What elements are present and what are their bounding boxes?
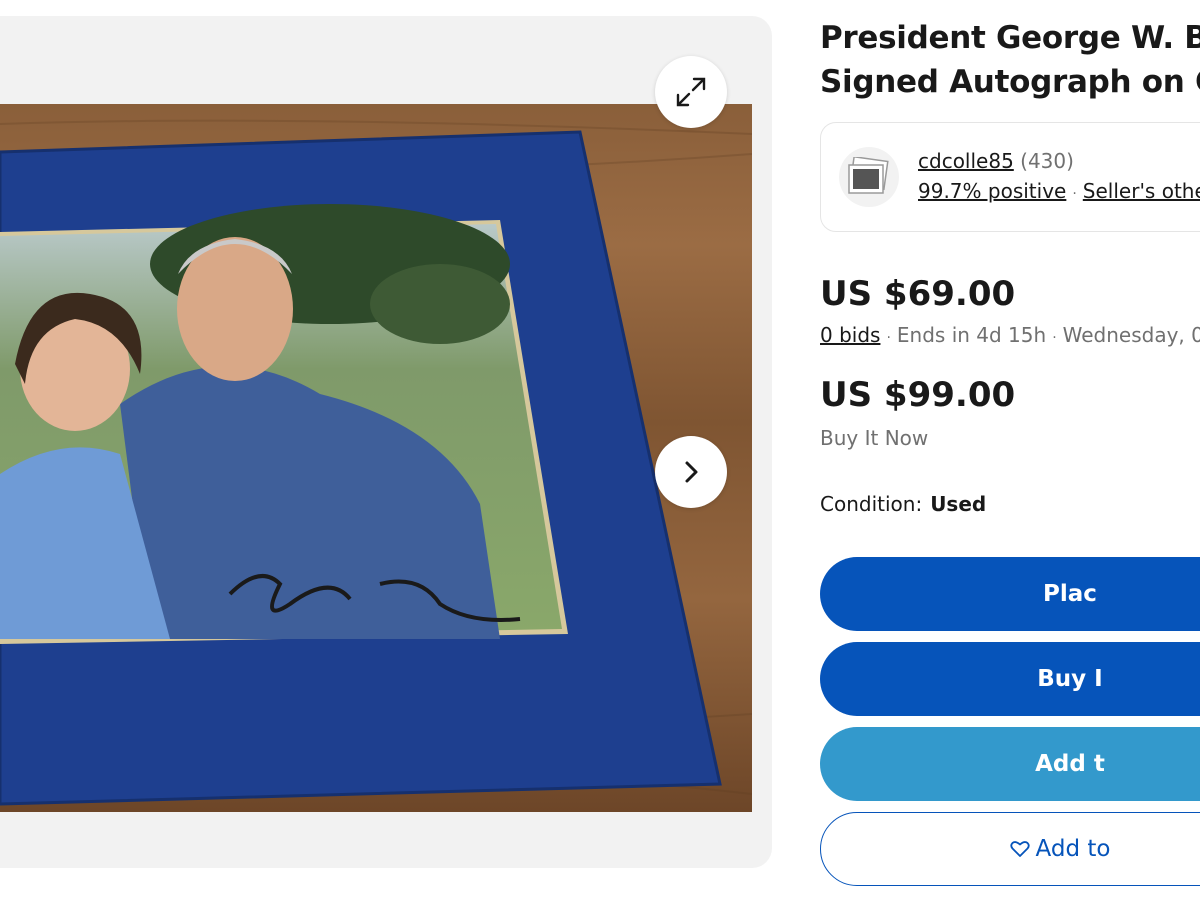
- ends-in-text: Ends in 4d 15h: [896, 323, 1047, 347]
- photo-illustration: [0, 119, 752, 806]
- buy-it-now-button[interactable]: Buy I: [820, 642, 1200, 716]
- buy-now-price: US $99.00: [820, 375, 1016, 415]
- expand-button[interactable]: [655, 56, 727, 128]
- bids-link[interactable]: 0 bids: [820, 323, 880, 347]
- add-to-watchlist-label: Add to: [1035, 836, 1111, 862]
- place-bid-button[interactable]: Plac: [820, 557, 1200, 631]
- add-to-cart-label: Add t: [1035, 751, 1105, 777]
- seller-name-link[interactable]: cdcolle85: [918, 149, 1014, 173]
- listing-info: President George W. Bu Signed Autograph …: [820, 0, 1200, 900]
- condition-value: Used: [930, 492, 987, 516]
- place-bid-label: Plac: [1043, 581, 1097, 607]
- add-to-watchlist-button[interactable]: Add to: [820, 812, 1200, 886]
- separator-dot: ·: [1072, 186, 1077, 202]
- heart-icon: [1009, 841, 1030, 857]
- seller-avatar[interactable]: [839, 147, 899, 207]
- separator-dot: ·: [1052, 330, 1057, 346]
- photo-placeholder-icon: [848, 157, 889, 194]
- separator-dot: ·: [886, 330, 891, 346]
- title-line-2: Signed Autograph on C: [820, 64, 1200, 100]
- seller-card: cdcolle85 (430) 99.7% positive · Seller's …: [820, 122, 1200, 232]
- seller-feedback-count: (430): [1020, 149, 1074, 173]
- add-to-cart-button[interactable]: Add t: [820, 727, 1200, 801]
- image-gallery: [0, 16, 772, 868]
- next-image-button[interactable]: [655, 436, 727, 508]
- expand-arrows-icon: [676, 77, 706, 107]
- seller-name-row: cdcolle85 (430): [918, 149, 1074, 173]
- chevron-right-icon: [685, 461, 698, 483]
- buy-now-label: Buy It Now: [820, 426, 929, 450]
- condition-label: Condition:: [820, 492, 923, 516]
- seller-other-items-link[interactable]: Seller's othe: [1083, 179, 1200, 203]
- current-price: US $69.00: [820, 274, 1016, 314]
- seller-positive-link[interactable]: 99.7% positive: [918, 179, 1066, 203]
- end-date-text: Wednesday, 0: [1062, 323, 1200, 347]
- condition-row: Condition: Used: [820, 492, 986, 516]
- title-line-1: President George W. Bu: [820, 20, 1200, 56]
- seller-meta-row: 99.7% positive · Seller's othe: [918, 179, 1200, 203]
- buy-it-now-label: Buy I: [1037, 666, 1103, 692]
- listing-photo[interactable]: [0, 104, 752, 812]
- bid-info-row: 0 bids · Ends in 4d 15h · Wednesday, 0: [820, 323, 1200, 347]
- listing-title: President George W. Bu Signed Autograph …: [820, 16, 1200, 104]
